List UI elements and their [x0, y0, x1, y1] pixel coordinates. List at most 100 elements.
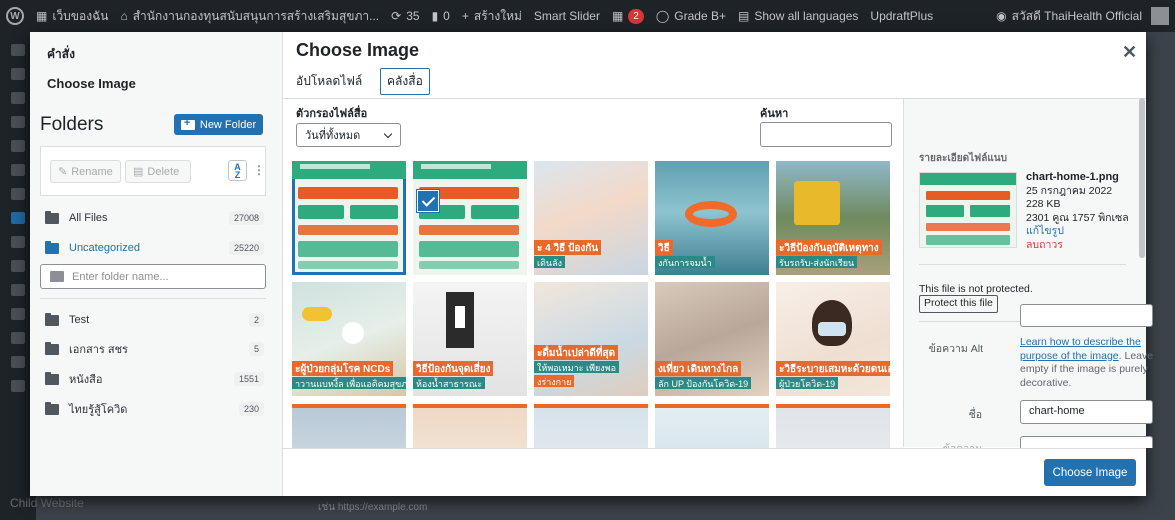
folder-uncategorized[interactable]: Uncategorized 25220	[40, 236, 266, 260]
updates-menu[interactable]: ⟳ 35	[385, 0, 425, 32]
child-website-menu[interactable]: Child Website	[10, 496, 84, 510]
selected-check-icon[interactable]	[418, 191, 438, 211]
attachment-details: รายละเอียดไฟล์แนบ chart-home-1.png 25 กร…	[903, 99, 1146, 447]
attachment-thumbnail[interactable]	[413, 404, 527, 448]
star-icon[interactable]	[11, 380, 25, 392]
attachment-thumbnail[interactable]: วิธีป้องกันจุดเสี่ยง ห้องน้ำสาธารณะ	[413, 282, 527, 396]
folder-icon	[45, 371, 59, 385]
download-icon[interactable]	[11, 308, 25, 320]
grade-menu[interactable]: ◯ Grade B+	[650, 0, 732, 32]
folder-label: หนังสือ	[69, 374, 103, 386]
attachments-grid: ะ 4 วิธี ป้องกัน เดินลัง วิธี งกันการจมน…	[283, 153, 903, 448]
attachment-thumbnail[interactable]	[292, 404, 406, 448]
protect-file-button[interactable]: Protect this file	[919, 295, 998, 313]
attachment-thumbnail[interactable]	[534, 404, 648, 448]
my-sites-menu[interactable]: ▦ เว็บของฉัน	[30, 0, 114, 32]
thumbnail-caption: ะผู้ป่วยกลุ่มโรค NCDs	[292, 361, 394, 376]
title-input[interactable]: chart-home	[1020, 400, 1153, 424]
sort-button[interactable]: AZ	[228, 160, 247, 181]
delete-button[interactable]: ▤ Delete	[125, 160, 191, 183]
user-icon: ◉	[996, 9, 1007, 23]
file-size: 228 KB	[1026, 198, 1061, 210]
attachment-thumbnail[interactable]: งเที่ยว เดินทางไกล ลัก UP ป้องกันโควิด-1…	[655, 282, 769, 396]
folder-item[interactable]: Test 2	[40, 308, 266, 332]
rename-button[interactable]: ✎ Rename	[50, 160, 121, 183]
languages-menu[interactable]: ▤ Show all languages	[732, 0, 864, 32]
tab-media-library[interactable]: คลังสื่อ	[380, 68, 430, 95]
folder-all-files[interactable]: All Files 27008	[40, 206, 266, 230]
attachment-thumbnail[interactable]	[413, 161, 527, 275]
attachment-thumbnail[interactable]	[776, 404, 890, 448]
delete-label: Delete	[147, 165, 180, 178]
attachment-thumbnail[interactable]	[292, 161, 406, 275]
date-filter-select[interactable]: วันที่ทั้งหมด	[296, 123, 401, 147]
alt-text-input[interactable]	[1020, 304, 1153, 327]
tools-icon[interactable]	[11, 236, 25, 248]
search-input[interactable]	[760, 122, 892, 147]
posts-icon[interactable]	[11, 140, 25, 152]
new-folder-button[interactable]: New Folder	[174, 114, 263, 135]
folder-icon	[45, 240, 59, 254]
folder-item[interactable]: เอกสาร สชร 5	[40, 337, 266, 361]
plugins-icon[interactable]	[11, 332, 25, 344]
media-toolbar	[283, 448, 1146, 496]
folder-label: เอกสาร สชร	[69, 344, 128, 356]
folder-icon	[45, 210, 59, 224]
attachment-thumbnail[interactable]	[655, 404, 769, 448]
updraft-label: UpdraftPlus	[870, 9, 934, 23]
pin-icon[interactable]	[11, 68, 25, 80]
smart-slider-menu[interactable]: Smart Slider	[528, 0, 606, 32]
new-content-menu[interactable]: + สร้างใหม่	[456, 0, 528, 32]
filter-label: ตัวกรองไฟล์สื่อ	[296, 108, 368, 120]
choose-image-button[interactable]: Choose Image	[1044, 459, 1136, 486]
details-scrollbar[interactable]	[1139, 98, 1145, 258]
modal-title: Choose Image	[296, 40, 420, 60]
plus-icon: +	[461, 9, 469, 23]
tab-upload-files[interactable]: อัปโหลดไฟล์	[290, 68, 368, 95]
close-icon[interactable]: ✕	[1122, 42, 1137, 63]
attachment-thumbnail[interactable]: ะดื่มน้ำเปล่าดีที่สุด ให้พอเหมาะ เพียงพอ…	[534, 282, 648, 396]
analytics-icon[interactable]	[11, 92, 25, 104]
menu-item-choose-image[interactable]: Choose Image	[47, 76, 136, 91]
delete-permanently-link[interactable]: ลบถาวร	[1026, 239, 1142, 253]
folder-name-input[interactable]: Enter folder name...	[40, 264, 266, 289]
images-icon[interactable]	[11, 284, 25, 296]
attachment-thumbnail[interactable]: ะวิธีป้องกันอุบัติเหตุทาง รับรถรับ-ส่งนั…	[776, 161, 890, 275]
attachment-thumbnail[interactable]: วิธี งกันการจมน้ำ	[655, 161, 769, 275]
refresh-icon: ⟳	[391, 9, 402, 23]
edit-image-link[interactable]: แก้ไขรูป	[1026, 225, 1142, 239]
media-modal: คำสั่ง Choose Image Folders New Folder ✎…	[30, 32, 1153, 496]
calendar-icon[interactable]	[11, 212, 25, 224]
updraft-menu[interactable]: UpdraftPlus	[864, 0, 939, 32]
file-date: 25 กรกฎาคม 2022	[1026, 184, 1113, 197]
more-options-icon[interactable]: ⋮	[253, 163, 265, 177]
sites-icon: ▦	[36, 9, 48, 23]
trash-icon[interactable]	[11, 356, 25, 368]
site-name-menu[interactable]: ⌂ สำนักงานกองทุนสนับสนุนการสร้างเสริมสุขภ…	[114, 0, 385, 32]
folder-icon	[45, 312, 59, 326]
caption-label: ข้อความอธิบาย	[918, 440, 982, 448]
attachment-thumbnail[interactable]: ะ 4 วิธี ป้องกัน เดินลัง	[534, 161, 648, 275]
comments-menu[interactable]: ▮ 0	[426, 0, 456, 32]
divider	[919, 264, 1126, 265]
folder-count: 2	[248, 313, 264, 327]
url-hint: เช่น https://example.com	[318, 502, 428, 513]
folder-item[interactable]: ไทยรู้สู้โควิด 230	[40, 397, 266, 421]
notifications-menu[interactable]: ▦ 2	[606, 0, 650, 32]
folder-item[interactable]: หนังสือ 1551	[40, 367, 266, 391]
media-icon[interactable]	[11, 188, 25, 200]
attachment-thumbnail[interactable]: ะผู้ป่วยกลุ่มโรค NCDs าวานแบหงิ้ล เพื่อแ…	[292, 282, 406, 396]
account-menu[interactable]: ◉ สวัสดี ThaiHealth Official	[990, 0, 1175, 32]
attachment-thumbnail[interactable]: ะวิธีระบายเสมหะด้วยตนเอง ผู้ป่วยโควิด-19	[776, 282, 890, 396]
grade-label: Grade B+	[674, 9, 726, 23]
wordpress-icon: W	[6, 7, 24, 25]
comments-icon[interactable]	[11, 164, 25, 176]
chart-icon[interactable]	[11, 116, 25, 128]
caption-input[interactable]	[1020, 436, 1153, 448]
pages-icon[interactable]	[11, 260, 25, 272]
wordpress-logo[interactable]: W	[0, 0, 30, 32]
dashboard-icon[interactable]	[11, 44, 25, 56]
new-content-label: สร้างใหม่	[473, 8, 522, 23]
thumbnail-caption: วิธี	[655, 240, 673, 255]
smart-slider-label: Smart Slider	[533, 9, 600, 23]
